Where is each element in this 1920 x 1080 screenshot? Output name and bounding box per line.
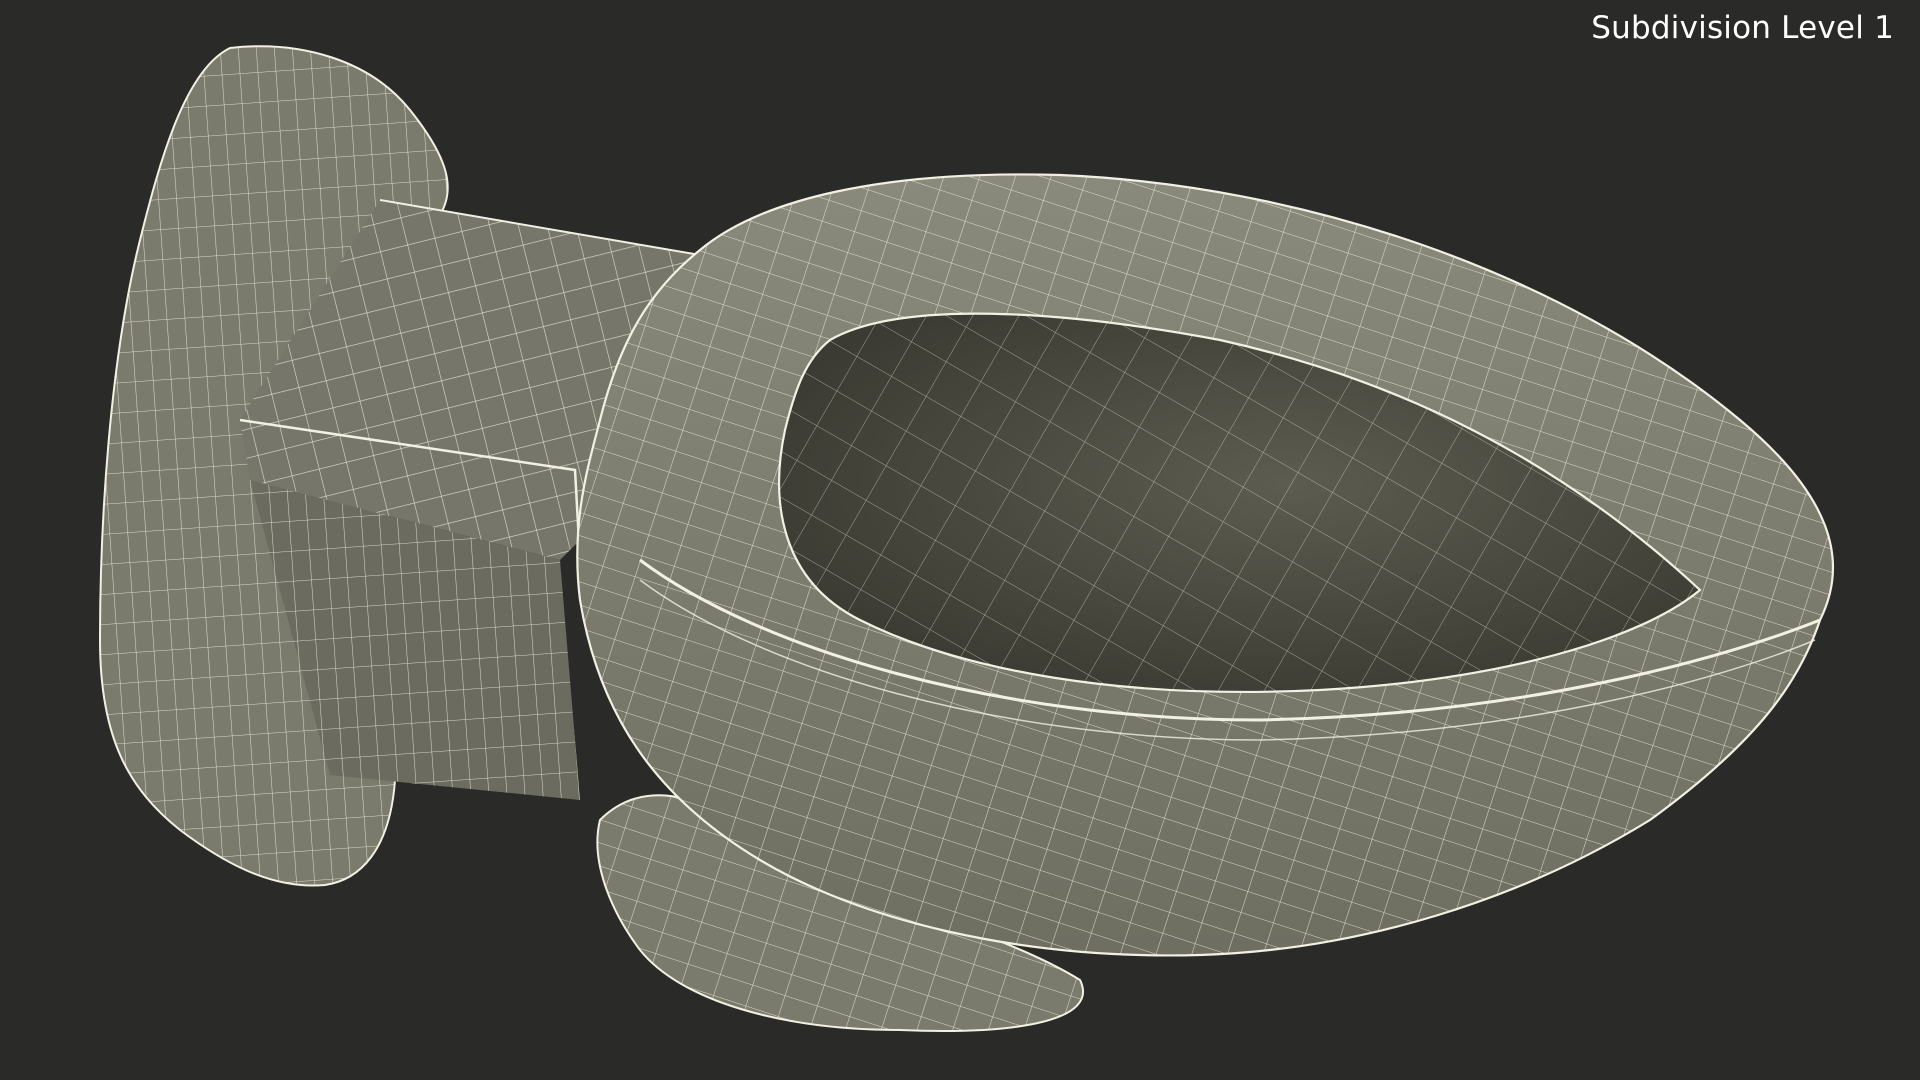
toilet-mesh-render [98, 45, 1834, 1032]
subdivision-level-label: Subdivision Level 1 [1591, 10, 1894, 46]
render-viewport: Subdivision Level 1 [0, 0, 1920, 1080]
